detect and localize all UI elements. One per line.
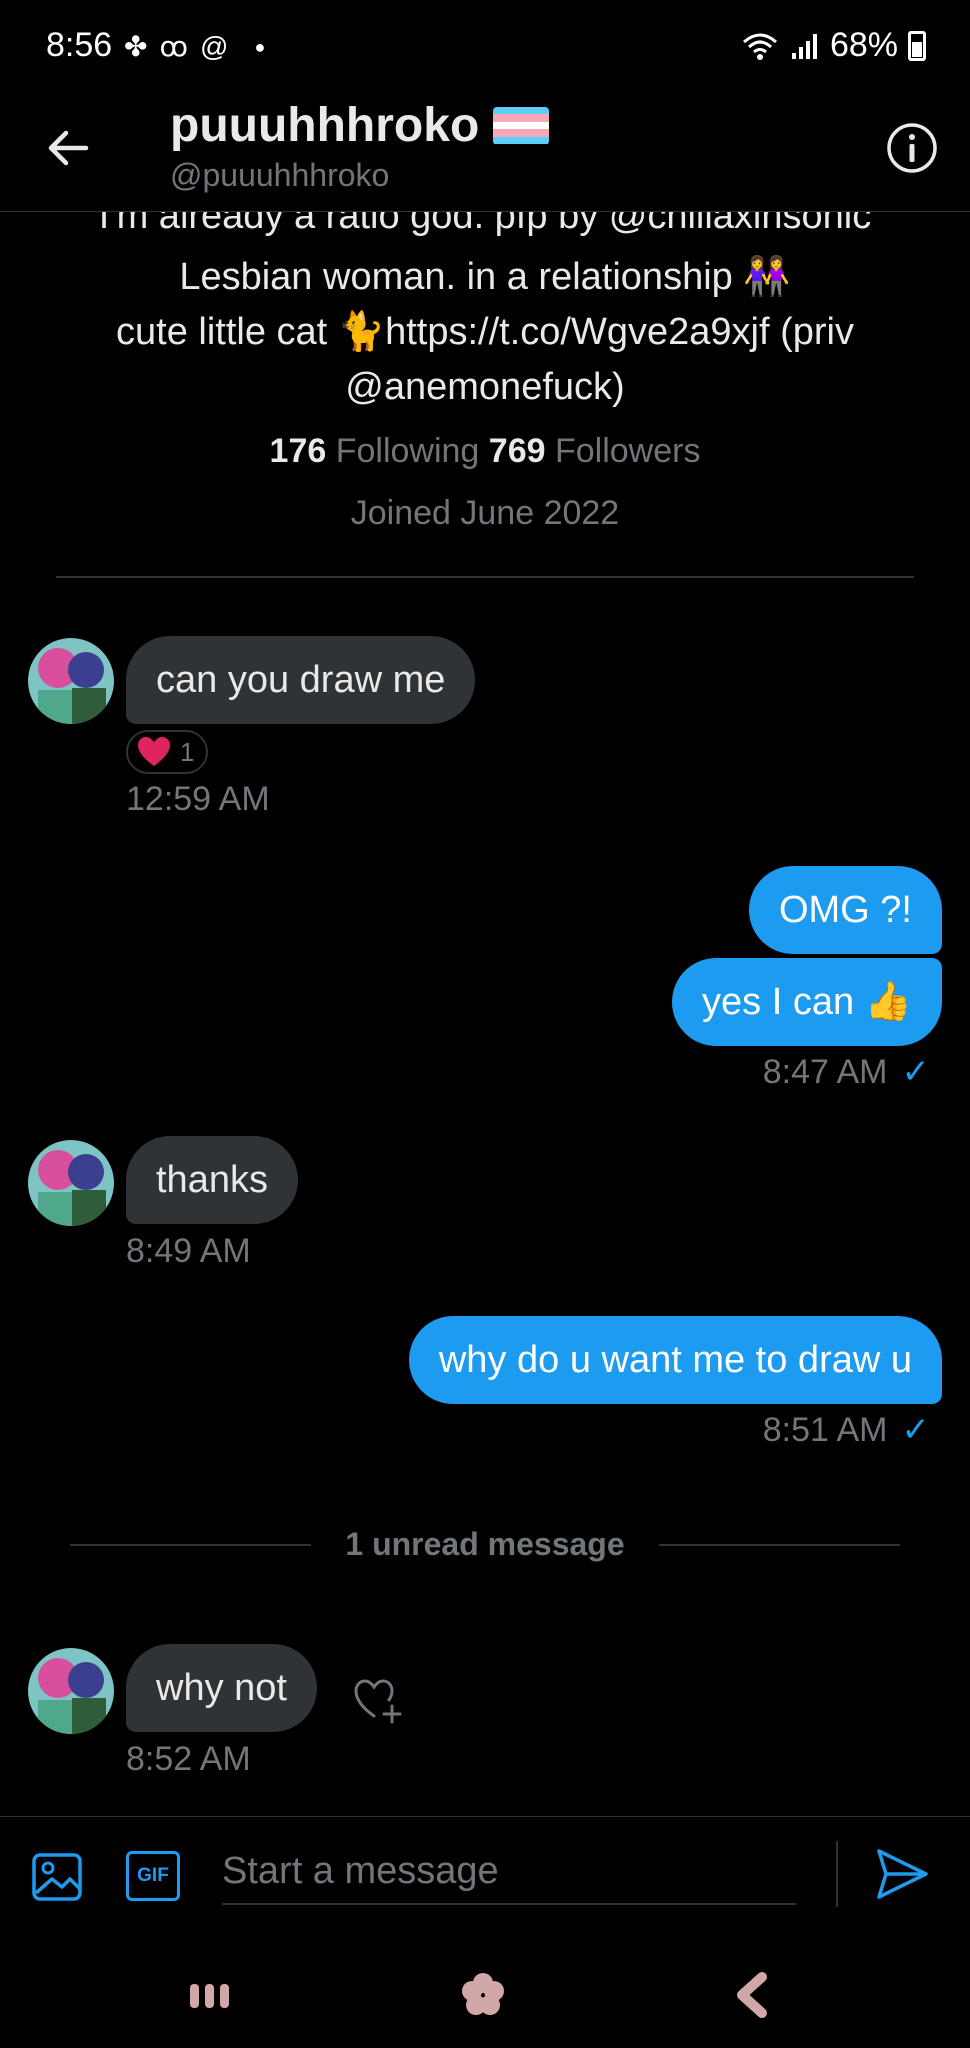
wifi-icon xyxy=(742,33,777,60)
message-bubble-incoming[interactable]: can you draw me xyxy=(126,636,476,724)
dot-icon: ● xyxy=(254,37,266,57)
threads-icon: @ xyxy=(200,31,229,62)
system-nav-bar xyxy=(0,1936,970,2048)
avatar-image xyxy=(28,638,114,724)
reaction-count: 1 xyxy=(180,736,195,767)
battery-icon xyxy=(908,30,926,61)
message-bubble-outgoing[interactable]: yes I can 👍 xyxy=(672,958,942,1046)
back-nav-button[interactable] xyxy=(734,1972,770,2018)
avatar-image xyxy=(28,1140,114,1226)
bio-line[interactable]: @anemonefuck) xyxy=(0,360,970,415)
info-icon[interactable] xyxy=(884,120,940,176)
sent-check-icon: ✓ xyxy=(901,1411,931,1449)
reaction-badge[interactable]: 1 xyxy=(126,730,209,774)
followers-label[interactable]: Followers xyxy=(555,432,700,470)
message-status: 8:47 AM ✓ xyxy=(763,1052,930,1092)
message-bubble-incoming[interactable]: why not xyxy=(126,1644,317,1732)
message-timestamp: 8:51 AM xyxy=(762,1410,888,1449)
status-bar: 8:56 ✤ ꝏ @ ● 68% xyxy=(0,0,970,96)
home-button[interactable] xyxy=(460,1972,506,2018)
conversation-header: puuuhhhroko @puuuhhhroko xyxy=(0,90,970,212)
display-name: puuuhhhroko xyxy=(170,99,480,152)
divider xyxy=(658,1543,900,1546)
signal-icon xyxy=(791,33,817,59)
message-composer: GIF xyxy=(0,1816,970,1936)
notification-icons: ✤ ꝏ @ ● xyxy=(124,30,265,64)
message-bubble-incoming[interactable]: thanks xyxy=(126,1136,298,1224)
message-timestamp: 8:52 AM xyxy=(126,1740,251,1778)
trans-flag-icon xyxy=(493,106,550,145)
divider xyxy=(836,1841,838,1907)
status-time: 8:56 xyxy=(46,26,113,64)
avatar[interactable] xyxy=(28,638,114,724)
message-status: 8:51 AM ✓ xyxy=(763,1410,930,1450)
conversation-title[interactable]: puuuhhhroko @puuuhhhroko xyxy=(170,98,550,194)
message-timestamp: 8:47 AM xyxy=(762,1052,888,1091)
bio-line[interactable]: cute little cat 🐈https://t.co/Wgve2a9xjf… xyxy=(0,305,970,360)
unread-label: 1 unread message xyxy=(345,1526,625,1562)
sent-check-icon: ✓ xyxy=(901,1053,931,1091)
following-label[interactable]: Following xyxy=(336,432,480,470)
recents-button[interactable] xyxy=(190,1984,229,2008)
avatar[interactable] xyxy=(28,1140,114,1226)
send-icon[interactable] xyxy=(874,1845,932,1903)
joined-date: Joined June 2022 xyxy=(350,494,620,532)
voicemail-icon: ꝏ xyxy=(159,31,188,62)
following-count[interactable]: 176 xyxy=(270,432,327,470)
message-bubble-outgoing[interactable]: OMG ?! xyxy=(748,866,942,954)
avatar[interactable] xyxy=(28,1648,114,1734)
back-button[interactable] xyxy=(40,120,96,176)
arrow-left-icon xyxy=(48,130,89,166)
message-timestamp: 8:49 AM xyxy=(126,1232,251,1270)
user-handle: @puuuhhhroko xyxy=(170,157,390,193)
add-reaction-icon[interactable] xyxy=(350,1670,406,1726)
avatar-image xyxy=(28,1648,114,1734)
message-bubble-outgoing[interactable]: why do u want me to draw u xyxy=(408,1316,942,1404)
unread-divider: 1 unread message xyxy=(70,1526,900,1563)
pinwheel-icon: ✤ xyxy=(124,31,148,62)
followers-count[interactable]: 769 xyxy=(489,432,546,470)
status-right: 68% xyxy=(740,26,926,65)
follow-stats: 176 Following 769 Followers xyxy=(0,432,970,471)
heart-icon xyxy=(138,737,170,766)
gif-button[interactable]: GIF xyxy=(126,1851,180,1901)
image-icon[interactable] xyxy=(30,1849,86,1905)
bio-line: Lesbian woman. in a relationship 👭 xyxy=(179,256,791,298)
message-timestamp: 12:59 AM xyxy=(126,780,270,818)
profile-bio: I'm already a ratio god. pfp by @chillax… xyxy=(0,196,970,415)
divider xyxy=(56,576,914,578)
message-input[interactable] xyxy=(222,1839,796,1905)
divider xyxy=(70,1543,312,1546)
battery-percent: 68% xyxy=(829,26,898,64)
